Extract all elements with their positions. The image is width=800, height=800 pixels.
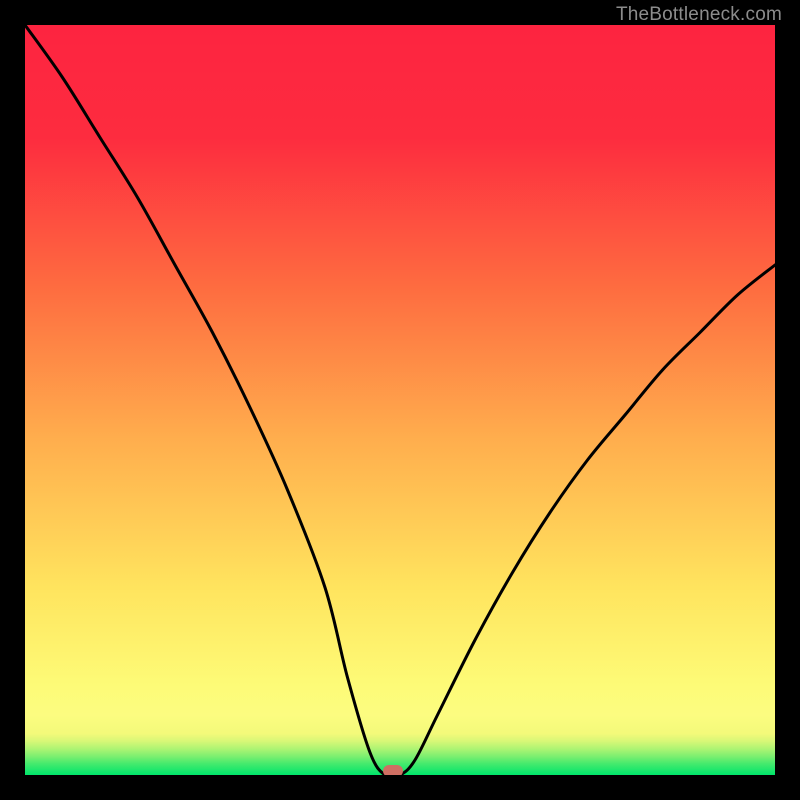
bottleneck-curve xyxy=(25,25,775,775)
chart-frame: TheBottleneck.com xyxy=(0,0,800,800)
watermark-text: TheBottleneck.com xyxy=(616,4,782,26)
optimum-marker xyxy=(383,765,403,775)
plot-area xyxy=(25,25,775,775)
